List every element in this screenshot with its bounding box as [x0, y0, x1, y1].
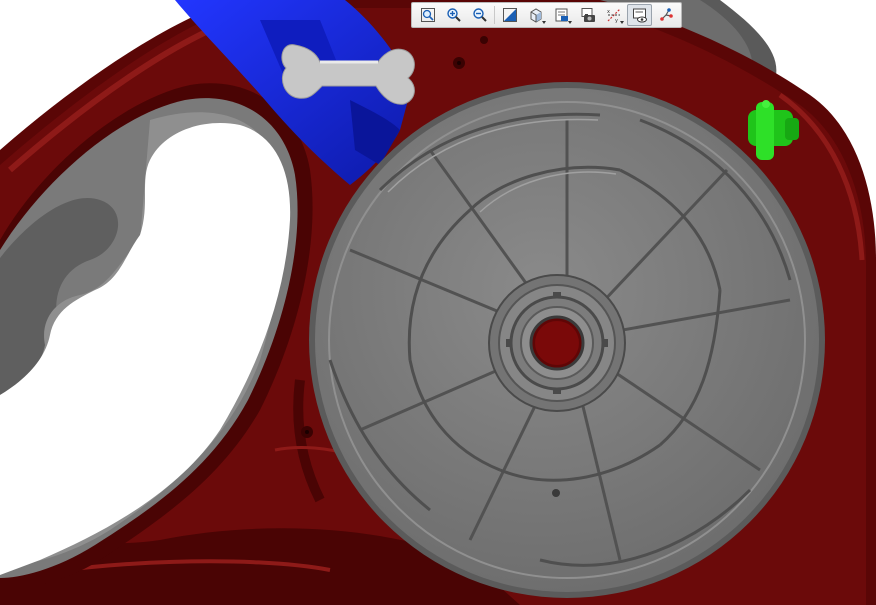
dropdown-arrow-icon: [620, 21, 624, 24]
view-toolbar: xy: [411, 2, 682, 28]
display-style-button[interactable]: [523, 4, 548, 26]
annotation-icon: [632, 7, 648, 23]
toolbar-separator: [494, 6, 495, 24]
3d-model-viewport[interactable]: [0, 0, 876, 605]
annotation-display-button[interactable]: [627, 4, 652, 26]
dropdown-arrow-icon: [542, 21, 546, 24]
zoom-to-fit-button[interactable]: [415, 4, 440, 26]
dropdown-arrow-icon: [568, 21, 572, 24]
svg-text:y: y: [615, 18, 618, 23]
zoom-out-button[interactable]: [467, 4, 492, 26]
zoom-out-icon: [472, 7, 488, 23]
saved-views-button[interactable]: [549, 4, 574, 26]
spin-center-icon: [658, 7, 674, 23]
view-normal-button[interactable]: [497, 4, 522, 26]
zoom-fit-icon: [420, 7, 436, 23]
spin-center-button[interactable]: [653, 4, 678, 26]
datum-display-button[interactable]: xy: [601, 4, 626, 26]
camera-icon: [580, 7, 596, 23]
zoom-in-button[interactable]: [441, 4, 466, 26]
reel-disc: [309, 82, 825, 598]
svg-text:x: x: [607, 9, 610, 15]
zoom-in-icon: [446, 7, 462, 23]
view-normal-icon: [502, 7, 518, 23]
screenshot-button[interactable]: [575, 4, 600, 26]
